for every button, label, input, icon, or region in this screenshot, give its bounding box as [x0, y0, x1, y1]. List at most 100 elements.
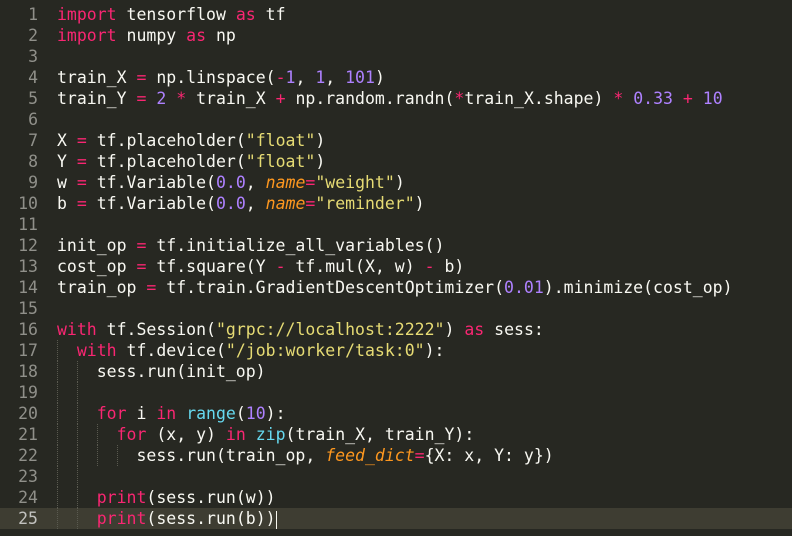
code-token: = — [414, 446, 425, 465]
line-content[interactable]: for (x, y) in zip(train_X, train_Y): — [57, 424, 475, 445]
code-token: = — [76, 173, 87, 192]
code-token: tf — [255, 5, 286, 24]
line-content[interactable]: train_op = tf.train.GradientDescentOptim… — [57, 277, 733, 298]
code-line[interactable]: 25 print(sess.run(b)) — [0, 508, 792, 529]
line-content[interactable]: cost_op = tf.square(Y - tf.mul(X, w) - b… — [57, 256, 464, 277]
text-cursor — [275, 510, 277, 529]
code-token: (x, y) — [146, 425, 226, 444]
line-number: 16 — [18, 320, 38, 339]
code-token: 0.01 — [504, 278, 544, 297]
code-token: = — [136, 89, 147, 108]
code-token: b) — [434, 257, 465, 276]
code-line[interactable]: 9w = tf.Variable(0.0, name="weight") — [0, 172, 792, 193]
code-line[interactable]: 21 for (x, y) in zip(train_X, train_Y): — [0, 424, 792, 445]
code-line[interactable]: 8 Y = tf.placeholder("float") — [0, 151, 792, 172]
code-line[interactable]: 2 import numpy as np — [0, 25, 792, 46]
code-line[interactable]: 20 for i in range(10): — [0, 403, 792, 424]
code-line[interactable]: 10 b = tf.Variable(0.0, name="reminder") — [0, 193, 792, 214]
code-token: * — [176, 89, 187, 108]
line-content[interactable]: init_op = tf.initialize_all_variables() — [57, 235, 444, 256]
code-token: as — [186, 26, 207, 45]
code-line[interactable]: 15 — [0, 298, 792, 319]
code-line[interactable]: 6 — [0, 109, 792, 130]
indent-guide — [76, 487, 78, 508]
line-content[interactable]: with tf.Session("grpc://localhost:2222")… — [57, 319, 544, 340]
line-content[interactable]: sess.run(train_op, feed_dict={X: x, Y: y… — [57, 445, 553, 466]
code-token: = — [305, 194, 316, 213]
indent-guide — [57, 403, 58, 424]
line-number: 3 — [28, 47, 38, 66]
code-token: - — [275, 257, 286, 276]
code-line[interactable]: 11 — [0, 214, 792, 235]
code-line[interactable]: 5 train_Y = 2 * train_X + np.random.randn… — [0, 88, 792, 109]
line-number: 19 — [18, 383, 38, 402]
line-content[interactable]: train_X = np.linspace(-1, 1, 101) — [57, 67, 385, 88]
line-content[interactable]: b = tf.Variable(0.0, name="reminder") — [57, 193, 425, 214]
line-content[interactable]: sess.run(init_op) — [57, 361, 266, 382]
code-token: tensorflow — [116, 5, 236, 24]
line-content[interactable]: w = tf.Variable(0.0, name="weight") — [57, 172, 405, 193]
code-line[interactable]: 3 — [0, 46, 792, 67]
line-content[interactable]: import numpy as np — [57, 25, 236, 46]
code-token: w — [57, 173, 77, 192]
code-line[interactable]: 16 with tf.Session("grpc://localhost:2222… — [0, 319, 792, 340]
code-token: "reminder" — [315, 194, 415, 213]
code-token: tf.device( — [116, 341, 226, 360]
line-number: 23 — [18, 467, 38, 486]
code-token: Y — [57, 152, 77, 171]
line-number: 6 — [28, 110, 38, 129]
code-token: * — [613, 89, 624, 108]
code-token: tf.mul(X, w) — [285, 257, 425, 276]
code-token: 0.0 — [215, 173, 246, 192]
line-content[interactable]: Y = tf.placeholder("float") — [57, 151, 325, 172]
code-token: = — [136, 68, 147, 87]
code-token: train_op — [57, 278, 147, 297]
code-token: ) — [374, 68, 385, 87]
code-line[interactable]: 18 sess.run(init_op) — [0, 361, 792, 382]
code-line[interactable]: 19 — [0, 382, 792, 403]
code-token: train_X — [186, 89, 276, 108]
code-line[interactable]: 17 with tf.device("/job:worker/task:0"): — [0, 340, 792, 361]
code-line[interactable]: 13 cost_op = tf.square(Y - tf.mul(X, w) -… — [0, 256, 792, 277]
code-token: ).minimize(cost_op) — [543, 278, 733, 297]
line-number: 14 — [18, 278, 38, 297]
code-line[interactable]: 23 — [0, 466, 792, 487]
code-line[interactable]: 1 import tensorflow as tf — [0, 4, 792, 25]
code-lines[interactable]: 1 import tensorflow as tf 2 import numpy as… — [0, 4, 792, 529]
line-content[interactable]: print(sess.run(b)) — [57, 508, 277, 529]
code-line[interactable]: 12 init_op = tf.initialize_all_variables(… — [0, 235, 792, 256]
code-token: = — [146, 278, 157, 297]
indent-guide — [57, 382, 58, 403]
code-line[interactable]: 7 X = tf.placeholder("float") — [0, 130, 792, 151]
indent-guide — [76, 403, 78, 424]
line-content[interactable]: for i in range(10): — [57, 403, 286, 424]
code-token: * — [454, 89, 465, 108]
code-line[interactable]: 22 sess.run(train_op, feed_dict={X: x, Y… — [0, 445, 792, 466]
line-content[interactable]: with tf.device("/job:worker/task:0"): — [57, 340, 445, 361]
line-content[interactable]: train_Y = 2 * train_X + np.random.randn(… — [57, 88, 723, 109]
indent-guide — [76, 508, 78, 529]
line-number: 15 — [18, 299, 38, 318]
code-line[interactable]: 24 print(sess.run(w)) — [0, 487, 792, 508]
code-token: ) — [315, 152, 326, 171]
line-content[interactable]: print(sess.run(w)) — [57, 487, 276, 508]
line-content[interactable]: import tensorflow as tf — [57, 4, 286, 25]
code-token: 10 — [245, 404, 266, 423]
code-token: 2 — [156, 89, 167, 108]
line-number: 7 — [28, 131, 38, 150]
code-token: 1 — [315, 68, 326, 87]
code-token: tf.Session( — [96, 320, 216, 339]
code-token: numpy — [116, 26, 187, 45]
line-number: 8 — [28, 152, 38, 171]
code-editor[interactable]: 1 import tensorflow as tf 2 import numpy as… — [0, 0, 792, 536]
line-content[interactable]: X = tf.placeholder("float") — [57, 130, 325, 151]
code-line[interactable]: 14 train_op = tf.train.GradientDescentOpt… — [0, 277, 792, 298]
code-line[interactable]: 4 train_X = np.linspace(-1, 1, 101) — [0, 67, 792, 88]
code-token: 101 — [345, 68, 375, 87]
code-token: for — [96, 404, 127, 423]
